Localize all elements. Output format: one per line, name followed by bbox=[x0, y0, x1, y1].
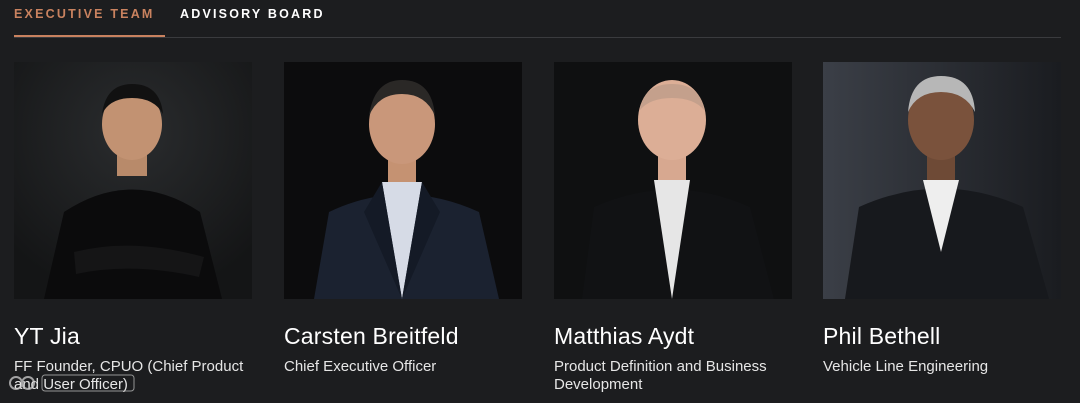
team-card-2[interactable]: Carsten Breitfeld Chief Executive Office… bbox=[284, 62, 522, 375]
person-photo[interactable] bbox=[284, 62, 522, 299]
active-tab-indicator bbox=[14, 35, 165, 37]
person-photo[interactable] bbox=[14, 62, 252, 299]
team-card-3[interactable]: Matthias Aydt Product Definition and Bus… bbox=[554, 62, 792, 393]
person-photo[interactable] bbox=[823, 62, 1061, 299]
team-card-1[interactable]: YT Jia FF Founder, CPUO (Chief Product a… bbox=[14, 62, 252, 393]
person-name[interactable]: Carsten Breitfeld bbox=[284, 323, 459, 350]
watermark-logo bbox=[9, 374, 135, 392]
team-card-4[interactable]: Phil Bethell Vehicle Line Engineering bbox=[823, 62, 1061, 375]
person-photo[interactable] bbox=[554, 62, 792, 299]
team-tabs: EXECUTIVE TEAM ADVISORY BOARD bbox=[14, 0, 1061, 38]
person-name[interactable]: Phil Bethell bbox=[823, 323, 940, 350]
team-page: EXECUTIVE TEAM ADVISORY BOARD YT Jia FF … bbox=[0, 0, 1080, 403]
tab-executive-team[interactable]: EXECUTIVE TEAM bbox=[14, 7, 155, 21]
person-title: Product Definition and Business Developm… bbox=[554, 358, 767, 393]
person-title: Vehicle Line Engineering bbox=[823, 358, 989, 375]
tab-advisory-board[interactable]: ADVISORY BOARD bbox=[180, 7, 325, 21]
person-name[interactable]: YT Jia bbox=[14, 323, 80, 350]
person-title: Chief Executive Officer bbox=[284, 358, 437, 375]
person-name[interactable]: Matthias Aydt bbox=[554, 323, 694, 350]
